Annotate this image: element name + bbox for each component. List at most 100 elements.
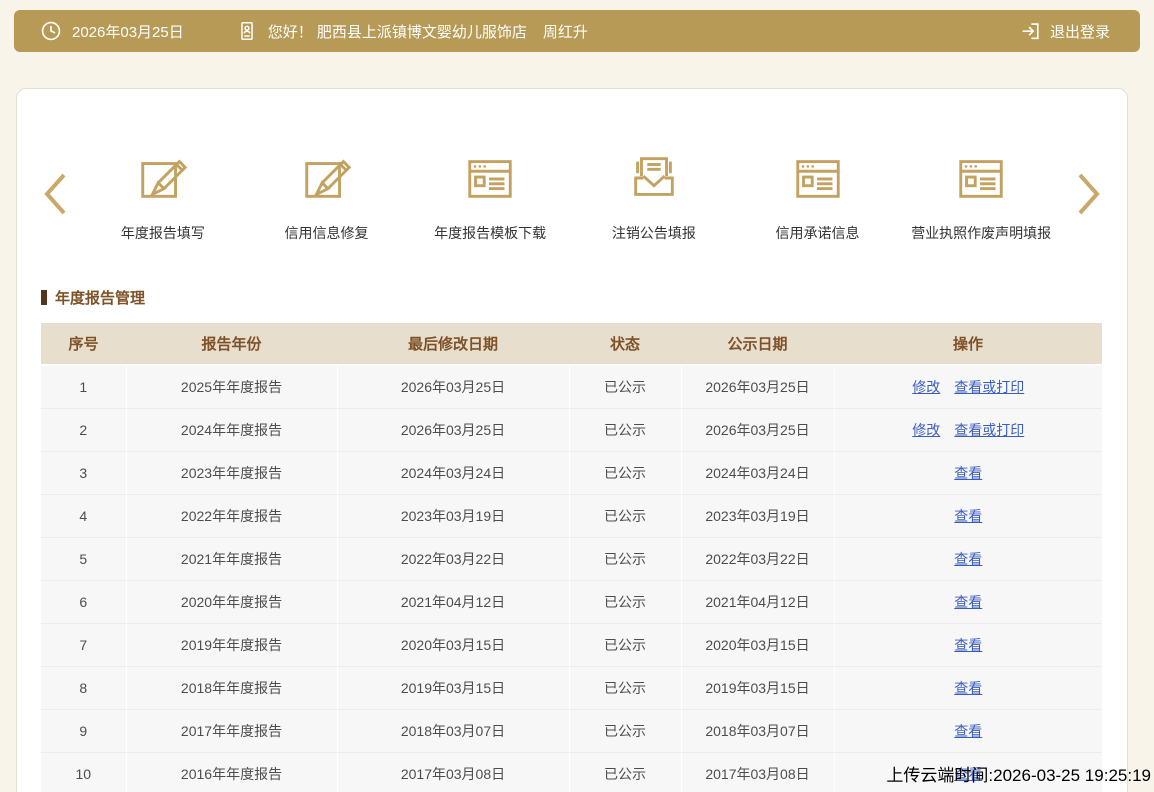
cell-modified-date: 2017年03月08日 [337, 752, 569, 792]
view-link[interactable]: 查看 [954, 594, 982, 610]
view-link[interactable]: 查看 [954, 508, 982, 524]
carousel-item-label: 注销公告填报 [612, 223, 696, 243]
cell-report-year: 2022年年度报告 [126, 494, 337, 537]
cell-publish-date: 2022年03月22日 [681, 537, 834, 580]
view-link[interactable]: 查看 [954, 551, 982, 567]
edit-icon [136, 149, 190, 205]
cell-report-year: 2019年年度报告 [126, 623, 337, 666]
chevron-right-icon [1076, 172, 1102, 221]
topbar: 2026年03月25日 您好！ 肥西县上派镇博文婴幼儿服饰店 周红升 退出登录 [14, 10, 1140, 52]
table-row: 2 2024年年度报告 2026年03月25日 已公示 2026年03月25日 … [41, 408, 1102, 451]
cell-modified-date: 2026年03月25日 [337, 365, 569, 408]
column-header: 序号 [41, 323, 126, 365]
column-header: 报告年份 [126, 323, 337, 365]
cell-publish-date: 2017年03月08日 [681, 752, 834, 792]
cell-actions: 查看 [834, 666, 1102, 709]
cell-index: 8 [41, 666, 126, 709]
carousel-item-1[interactable]: 年度报告填写 [81, 149, 245, 243]
cell-status: 已公示 [569, 494, 681, 537]
cell-index: 10 [41, 752, 126, 792]
carousel-item-3[interactable]: 年度报告模板下载 [408, 149, 572, 243]
cell-modified-date: 2024年03月24日 [337, 451, 569, 494]
modify-link[interactable]: 修改 [912, 379, 940, 395]
cell-status: 已公示 [569, 623, 681, 666]
table-row: 1 2025年年度报告 2026年03月25日 已公示 2026年03月25日 … [41, 365, 1102, 408]
cell-modified-date: 2020年03月15日 [337, 623, 569, 666]
column-header: 最后修改日期 [337, 323, 569, 365]
cell-status: 已公示 [569, 666, 681, 709]
cell-status: 已公示 [569, 580, 681, 623]
browser-icon [954, 149, 1008, 205]
cell-report-year: 2016年年度报告 [126, 752, 337, 792]
view-link[interactable]: 查看 [954, 637, 982, 653]
view-link[interactable]: 查看 [954, 723, 982, 739]
carousel-item-6[interactable]: 营业执照作废声明填报 [899, 149, 1063, 243]
table-row: 5 2021年年度报告 2022年03月22日 已公示 2022年03月22日 … [41, 537, 1102, 580]
carousel-item-label: 信用承诺信息 [776, 223, 860, 243]
cell-actions: 查看 [834, 451, 1102, 494]
cell-actions: 查看 [834, 494, 1102, 537]
cell-publish-date: 2026年03月25日 [681, 365, 834, 408]
cell-index: 7 [41, 623, 126, 666]
carousel-item-label: 信用信息修复 [285, 223, 369, 243]
column-header: 状态 [569, 323, 681, 365]
table-row: 8 2018年年度报告 2019年03月15日 已公示 2019年03月15日 … [41, 666, 1102, 709]
cell-publish-date: 2026年03月25日 [681, 408, 834, 451]
current-date: 2026年03月25日 [72, 21, 184, 42]
logout-button[interactable]: 退出登录 [1019, 20, 1140, 42]
cell-report-year: 2018年年度报告 [126, 666, 337, 709]
cell-publish-date: 2019年03月15日 [681, 666, 834, 709]
id-card-icon [236, 20, 258, 42]
column-header: 公示日期 [681, 323, 834, 365]
cell-index: 1 [41, 365, 126, 408]
carousel-prev-button[interactable] [29, 172, 81, 221]
cell-index: 9 [41, 709, 126, 752]
cell-actions: 查看 [834, 709, 1102, 752]
cell-status: 已公示 [569, 451, 681, 494]
carousel-item-label: 营业执照作废声明填报 [911, 223, 1051, 243]
edit-icon [300, 149, 354, 205]
view-or-print-link[interactable]: 查看或打印 [954, 422, 1024, 438]
cell-modified-date: 2018年03月07日 [337, 709, 569, 752]
view-link[interactable]: 查看 [954, 465, 982, 481]
cell-publish-date: 2021年04月12日 [681, 580, 834, 623]
carousel-next-button[interactable] [1063, 172, 1115, 221]
carousel-item-2[interactable]: 信用信息修复 [245, 149, 409, 243]
cell-report-year: 2020年年度报告 [126, 580, 337, 623]
cell-report-year: 2024年年度报告 [126, 408, 337, 451]
cell-index: 5 [41, 537, 126, 580]
cell-modified-date: 2022年03月22日 [337, 537, 569, 580]
section-title-text: 年度报告管理 [55, 287, 145, 308]
carousel-item-5[interactable]: 信用承诺信息 [736, 149, 900, 243]
user-name: 周红升 [543, 21, 588, 42]
column-header: 操作 [834, 323, 1102, 365]
cell-actions: 查看 [834, 537, 1102, 580]
cell-report-year: 2025年年度报告 [126, 365, 337, 408]
feature-carousel: 年度报告填写 信用信息修复 年度报告模板下载 注销公告填报 [17, 149, 1127, 243]
cell-modified-date: 2023年03月19日 [337, 494, 569, 537]
cell-status: 已公示 [569, 408, 681, 451]
view-or-print-link[interactable]: 查看或打印 [954, 379, 1024, 395]
cell-actions: 查看 [834, 623, 1102, 666]
cell-modified-date: 2019年03月15日 [337, 666, 569, 709]
carousel-item-label: 年度报告模板下载 [434, 223, 546, 243]
cell-publish-date: 2020年03月15日 [681, 623, 834, 666]
view-link[interactable]: 查看 [954, 680, 982, 696]
modify-link[interactable]: 修改 [912, 422, 940, 438]
topbar-left: 2026年03月25日 您好！ 肥西县上派镇博文婴幼儿服饰店 周红升 [14, 20, 1019, 42]
table-row: 9 2017年年度报告 2018年03月07日 已公示 2018年03月07日 … [41, 709, 1102, 752]
carousel-item-label: 年度报告填写 [121, 223, 205, 243]
cell-actions: 查看 [834, 580, 1102, 623]
chevron-left-icon [42, 172, 68, 221]
table-row: 6 2020年年度报告 2021年04月12日 已公示 2021年04月12日 … [41, 580, 1102, 623]
cell-status: 已公示 [569, 752, 681, 792]
carousel-items: 年度报告填写 信用信息修复 年度报告模板下载 注销公告填报 [81, 149, 1063, 243]
cell-modified-date: 2021年04月12日 [337, 580, 569, 623]
section-bullet-icon [41, 290, 47, 305]
carousel-item-4[interactable]: 注销公告填报 [572, 149, 736, 243]
greeting-text: 您好！ 肥西县上派镇博文婴幼儿服饰店 [268, 21, 527, 42]
table-header-row: 序号报告年份最后修改日期状态公示日期操作 [41, 323, 1102, 365]
cell-actions: 修改查看或打印 [834, 408, 1102, 451]
cell-index: 3 [41, 451, 126, 494]
cell-status: 已公示 [569, 365, 681, 408]
